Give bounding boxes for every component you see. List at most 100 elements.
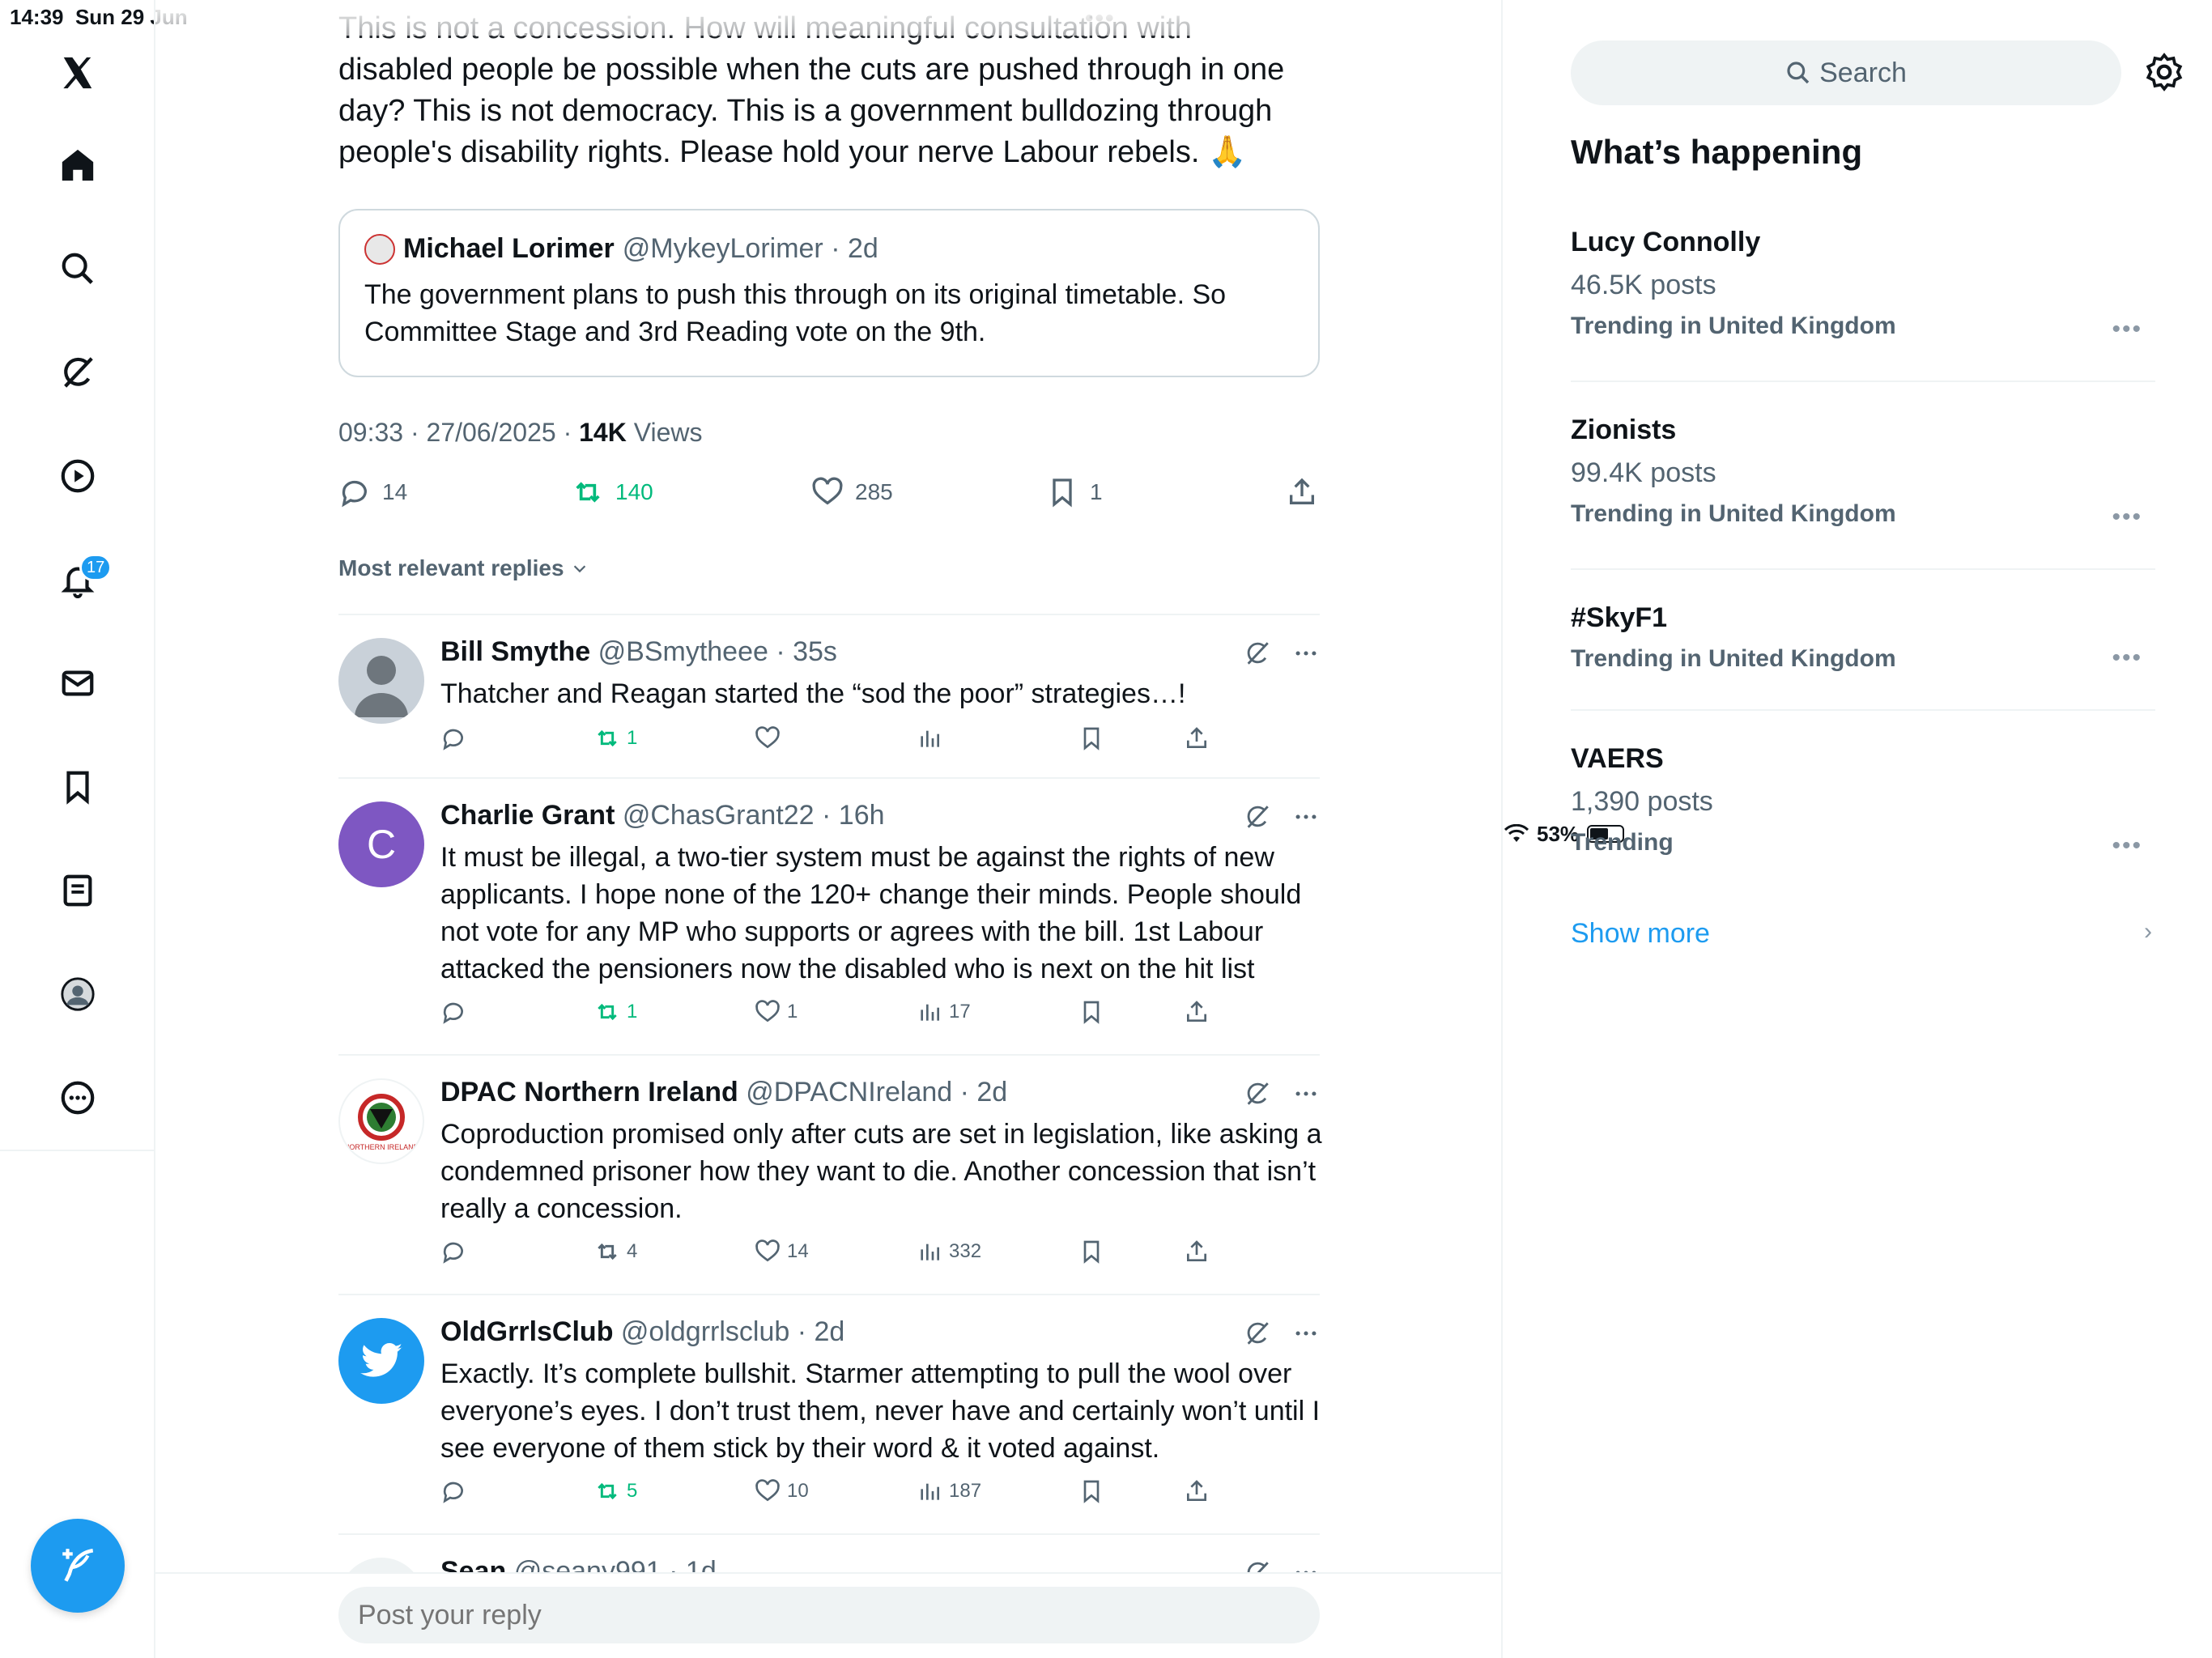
avatar[interactable] (338, 1318, 424, 1404)
views-button[interactable]: 187 (917, 1478, 981, 1504)
reply-icon (443, 1242, 463, 1264)
search-icon[interactable] (53, 244, 102, 293)
home-icon[interactable] (53, 141, 102, 189)
bookmark-button[interactable] (1078, 1478, 1104, 1504)
scroll-fade (155, 0, 1501, 36)
quoted-tweet[interactable]: Michael Lorimer @MykeyLorimer · 2d The g… (338, 209, 1320, 377)
reply-item[interactable]: C Charlie Grant @ChasGrant22 · 16h It mu… (338, 777, 1320, 1054)
more-options-icon[interactable]: ••• (2112, 316, 2142, 343)
reply-button[interactable] (440, 1478, 466, 1504)
like-button[interactable] (755, 725, 781, 751)
reply-text: Exactly. It’s complete bullshit. Starmer… (440, 1358, 1321, 1464)
views-button[interactable]: 332 (917, 1239, 981, 1265)
more-options-icon[interactable] (1292, 1080, 1320, 1107)
more-options-icon[interactable] (1292, 803, 1320, 831)
search-input[interactable]: Search (1571, 40, 2121, 105)
like-button[interactable]: 285 (811, 476, 893, 508)
reply-sort-dropdown[interactable]: Most relevant replies (338, 555, 589, 581)
like-button[interactable]: 14 (755, 1239, 809, 1265)
repost-icon (598, 729, 617, 747)
like-button[interactable]: 1 (755, 999, 798, 1025)
heart-icon (755, 1000, 780, 1022)
trend-item[interactable]: Zionists 99.4K posts Trending in United … (1571, 414, 2155, 531)
reply-button[interactable] (440, 725, 466, 751)
share-button[interactable] (1184, 1239, 1210, 1265)
more-options-icon[interactable] (1292, 640, 1320, 667)
reply-top-icons (1244, 1080, 1320, 1107)
grok-icon[interactable] (1244, 803, 1271, 831)
profile-icon[interactable] (53, 970, 102, 1018)
repost-icon (576, 482, 600, 503)
avatar[interactable]: C (338, 801, 424, 887)
lists-icon[interactable] (53, 866, 102, 915)
x-logo-icon[interactable] (53, 49, 102, 97)
share-icon (1187, 1480, 1206, 1501)
more-options-icon[interactable]: ••• (2112, 504, 2142, 531)
reply-author-name[interactable]: DPAC Northern Ireland (440, 1077, 738, 1107)
bookmark-button[interactable]: 1 (1046, 476, 1103, 508)
reply-meta[interactable]: @ChasGrant22 · 16h (623, 800, 885, 831)
reply-author-name[interactable]: OldGrrlsClub (440, 1316, 613, 1347)
reply-input[interactable] (338, 1587, 1320, 1643)
compose-button[interactable] (31, 1519, 125, 1613)
trend-item[interactable]: VAERS 1,390 posts Trending ••• (1571, 743, 2155, 860)
repost-button[interactable]: 1 (594, 999, 637, 1025)
reply-item[interactable]: OldGrrlsClub @oldgrrlsclub · 2d Exactly.… (338, 1294, 1320, 1533)
trend-item[interactable]: #SkyF1 Trending in United Kingdom ••• (1571, 602, 2155, 673)
grok-icon[interactable] (1244, 1320, 1271, 1347)
more-options-icon[interactable]: ••• (2112, 644, 2142, 672)
reply-button[interactable]: 14 (338, 476, 407, 508)
trend-item[interactable]: Lucy Connolly 46.5K posts Trending in Un… (1571, 227, 2155, 343)
reply-meta[interactable]: @oldgrrlsclub · 2d (621, 1316, 844, 1347)
quoted-avatar[interactable] (364, 233, 395, 265)
reply-meta[interactable]: @BSmytheee · 35s (598, 636, 837, 667)
bookmark-button[interactable] (1078, 725, 1104, 751)
svg-text:NORTHERN IRELAND: NORTHERN IRELAND (345, 1143, 418, 1151)
repost-button[interactable]: 5 (594, 1478, 637, 1504)
share-icon (1187, 1001, 1206, 1022)
reply-button[interactable] (440, 1239, 466, 1265)
bookmark-button[interactable] (1078, 999, 1104, 1025)
repost-button[interactable]: 140 (572, 476, 653, 508)
show-more-link[interactable]: Show more (1571, 918, 1710, 950)
grok-icon[interactable] (1244, 640, 1271, 667)
trend-posts: 99.4K posts (1571, 457, 1716, 488)
like-button[interactable]: 10 (755, 1478, 809, 1504)
trend-posts: 1,390 posts (1571, 786, 1713, 817)
quoted-author-handle[interactable]: @MykeyLorimer (623, 233, 823, 265)
reply-button[interactable] (440, 999, 466, 1025)
settings-gear-icon[interactable] (2144, 52, 2184, 92)
views-button[interactable] (917, 725, 942, 751)
messages-icon[interactable] (53, 659, 102, 708)
more-options-icon[interactable]: ••• (2112, 832, 2142, 860)
reply-item[interactable]: NORTHERN IRELAND DPAC Northern Ireland @… (338, 1054, 1322, 1294)
reply-author-name[interactable]: Bill Smythe (440, 636, 590, 667)
tweet-text-body: disabled people be possible when the cut… (338, 53, 1285, 169)
more-icon[interactable] (53, 1073, 102, 1122)
bookmark-button[interactable] (1078, 1239, 1104, 1265)
share-button[interactable] (1184, 999, 1210, 1025)
video-icon[interactable] (53, 452, 102, 500)
trend-name: Zionists (1571, 414, 1677, 445)
avatar[interactable] (338, 638, 424, 724)
views-button[interactable]: 17 (917, 999, 971, 1025)
quoted-author-name[interactable]: Michael Lorimer (403, 233, 615, 265)
chevron-right-icon[interactable]: › (2144, 918, 2152, 946)
reply-item[interactable]: Bill Smythe @BSmytheee · 35s Thatcher an… (338, 614, 1320, 777)
more-options-icon[interactable] (1292, 1320, 1320, 1347)
share-button[interactable] (1184, 725, 1210, 751)
avatar[interactable]: NORTHERN IRELAND (338, 1078, 424, 1164)
trend-name: Lucy Connolly (1571, 227, 1761, 257)
reply-meta[interactable]: @DPACNIreland · 2d (746, 1077, 1007, 1107)
bookmarks-icon[interactable] (53, 763, 102, 811)
default-avatar-icon (355, 656, 408, 717)
share-icon (1187, 1240, 1206, 1261)
repost-button[interactable]: 4 (594, 1239, 637, 1265)
reply-author-name[interactable]: Charlie Grant (440, 800, 615, 831)
share-button[interactable] (1286, 476, 1318, 508)
grok-icon[interactable] (53, 348, 102, 397)
repost-button[interactable]: 1 (594, 725, 637, 751)
trend-name: VAERS (1571, 743, 1664, 774)
grok-icon[interactable] (1244, 1080, 1271, 1107)
share-button[interactable] (1184, 1478, 1210, 1504)
